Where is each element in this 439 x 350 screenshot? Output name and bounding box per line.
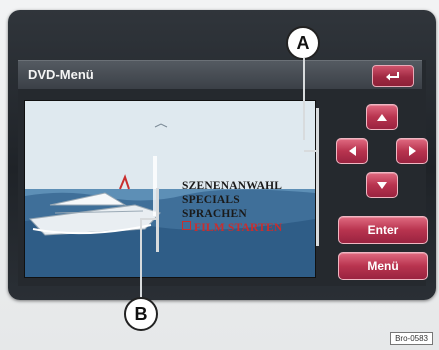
callout-b-label: B (134, 303, 148, 324)
menu-item-film-starten-label: FILM STARTEN (194, 222, 283, 234)
right-button[interactable] (396, 138, 428, 164)
menu-item-specials[interactable]: SPECIALS (182, 193, 282, 207)
menu-button-label: Menü (367, 259, 399, 273)
callout-a-leader-line (303, 58, 305, 140)
window-title: DVD-Menü (28, 67, 94, 82)
callout-b-leader-line (140, 218, 142, 298)
menu-item-film-starten[interactable]: FILM STARTEN (182, 221, 282, 235)
enter-button[interactable]: Enter (338, 216, 428, 244)
callout-b: B (124, 297, 158, 331)
left-button[interactable] (336, 138, 368, 164)
arrow-up-icon (377, 113, 387, 121)
arrow-down-icon (377, 181, 387, 189)
callout-a-label: A (296, 32, 310, 53)
callout-a: A (286, 26, 320, 60)
callout-a-bracket (316, 108, 319, 246)
menu-item-szenenanwahl[interactable]: SZENENANWAHL (182, 179, 282, 193)
selection-marker-icon (182, 221, 191, 230)
menu-button[interactable]: Menü (338, 252, 428, 280)
arrow-right-icon (408, 146, 416, 156)
callout-b-connector (141, 218, 157, 220)
return-arrow-icon (386, 72, 399, 81)
menu-item-sprachen[interactable]: SPRACHEN (182, 207, 282, 221)
dvd-menu-list: SZENENANWAHL SPECIALS SPRACHEN FILM STAR… (182, 179, 282, 235)
arrow-left-icon (348, 146, 356, 156)
up-button[interactable] (366, 104, 398, 130)
title-bar: DVD-Menü (18, 60, 422, 89)
figure-reference-code: Bro-0583 (390, 332, 433, 345)
down-button[interactable] (366, 172, 398, 198)
enter-button-label: Enter (367, 223, 399, 237)
back-button[interactable] (372, 65, 414, 87)
callout-b-bracket (156, 188, 159, 252)
callout-a-connector (304, 150, 318, 152)
dvd-video-area: SZENENANWAHL SPECIALS SPRACHEN FILM STAR… (24, 100, 316, 278)
